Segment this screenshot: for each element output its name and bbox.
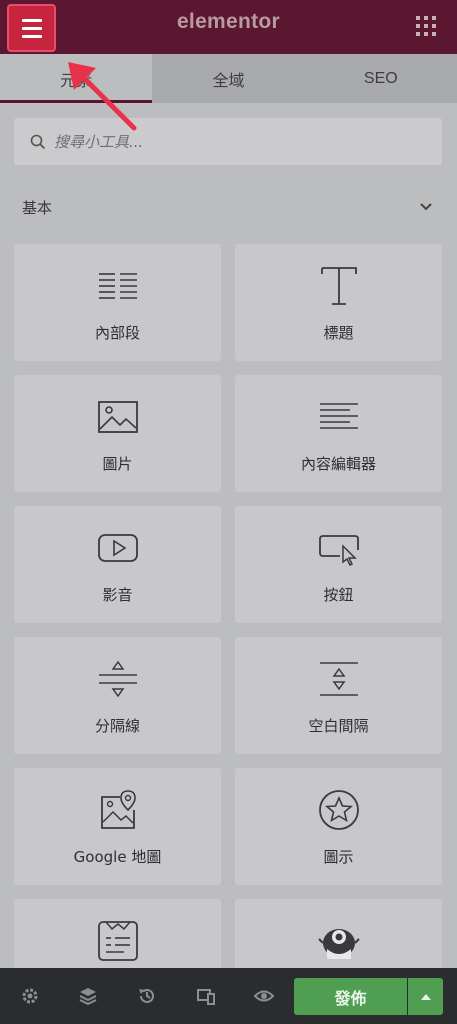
preview-icon[interactable] <box>254 986 274 1006</box>
panel-tabs: 元素 全域 SEO <box>0 54 457 103</box>
widget-label: 按鈕 <box>323 586 354 604</box>
widget-label: Google 地圖 <box>73 848 162 866</box>
apps-grid-icon[interactable] <box>416 16 438 38</box>
widget-label: 內容編輯器 <box>300 455 376 473</box>
search-box[interactable] <box>14 118 442 165</box>
widget-label: 標題 <box>323 324 354 342</box>
widget-label: 圖片 <box>102 455 133 473</box>
widget-icon[interactable]: 圖示 <box>235 768 442 885</box>
tab-elements[interactable]: 元素 <box>0 54 153 103</box>
widget-heading[interactable]: 標題 <box>235 244 442 361</box>
brand-logo: elementor <box>176 10 281 33</box>
widget-label: 影音 <box>102 586 133 604</box>
image-icon <box>97 401 138 433</box>
form-icon <box>97 921 138 961</box>
tab-global[interactable]: 全域 <box>152 54 304 103</box>
widget-inner-section[interactable]: 內部段 <box>14 244 221 361</box>
tab-seo[interactable]: SEO <box>305 54 457 103</box>
widget-label: 圖示 <box>323 848 354 866</box>
responsive-icon[interactable] <box>196 986 216 1006</box>
widget-divider[interactable]: 分隔線 <box>14 637 221 754</box>
chevron-down-icon[interactable] <box>418 200 434 214</box>
widget-google-maps[interactable]: Google 地圖 <box>14 768 221 885</box>
widget-label: 分隔線 <box>94 717 140 735</box>
widget-image[interactable]: 圖片 <box>14 375 221 492</box>
star-icon <box>318 790 359 830</box>
settings-icon[interactable] <box>20 986 40 1006</box>
layers-icon[interactable] <box>78 986 98 1006</box>
publish-button[interactable]: 發佈 <box>294 978 407 1015</box>
divider-icon <box>98 660 137 698</box>
inner-section-icon <box>98 273 137 299</box>
mascot-icon <box>317 929 360 959</box>
spacer-icon <box>319 662 358 696</box>
caret-up-icon <box>420 993 431 1000</box>
google-maps-icon <box>100 790 136 829</box>
menu-icon-line <box>22 35 42 38</box>
heading-icon <box>320 267 357 305</box>
widget-label: 空白間隔 <box>308 717 369 735</box>
widget-video[interactable]: 影音 <box>14 506 221 623</box>
top-bar: elementor <box>0 0 457 54</box>
history-icon[interactable] <box>137 986 157 1006</box>
section-title-basic[interactable]: 基本 <box>22 197 52 218</box>
publish-options-button[interactable] <box>408 978 443 1015</box>
widget-label: 內部段 <box>94 324 140 342</box>
widget-text-editor[interactable]: 內容編輯器 <box>235 375 442 492</box>
button-icon <box>318 535 359 567</box>
video-icon <box>97 534 138 562</box>
widget-button[interactable]: 按鈕 <box>235 506 442 623</box>
search-icon <box>30 134 46 149</box>
widget-spacer[interactable]: 空白間隔 <box>235 637 442 754</box>
text-editor-icon <box>319 403 358 429</box>
search-input[interactable] <box>54 132 434 151</box>
